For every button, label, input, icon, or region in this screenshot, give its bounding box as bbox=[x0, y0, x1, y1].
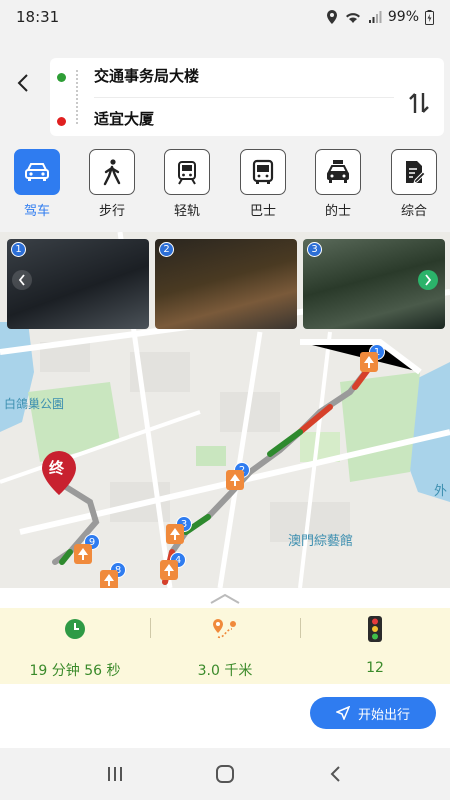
battery-icon bbox=[425, 9, 434, 25]
status-icons: 99% bbox=[326, 9, 434, 25]
map-label-park: 白鴿巢公園 bbox=[4, 397, 65, 411]
distance-stat: 3.0 千米 bbox=[150, 614, 300, 680]
mode-light-rail[interactable]: 轻轨 bbox=[162, 149, 212, 219]
traffic-light-icon bbox=[300, 614, 450, 644]
origin-field[interactable]: 交通事务局大楼 bbox=[94, 65, 199, 86]
route-divider bbox=[94, 97, 394, 98]
mode-label: 驾车 bbox=[23, 204, 50, 219]
recent-apps-button[interactable] bbox=[95, 759, 135, 789]
end-marker-label: 终 bbox=[49, 459, 65, 477]
taxi-icon bbox=[315, 149, 361, 195]
mode-label: 步行 bbox=[98, 204, 125, 219]
back-button[interactable] bbox=[10, 68, 36, 98]
mode-combined[interactable]: 综合 bbox=[389, 149, 439, 219]
destination-dot bbox=[57, 117, 66, 126]
system-nav-bar bbox=[0, 748, 450, 800]
camera-number: 2 bbox=[159, 242, 174, 257]
chevron-left-icon bbox=[18, 274, 25, 286]
wifi-icon bbox=[345, 13, 360, 23]
light-rail-icon bbox=[164, 149, 210, 195]
start-trip-label: 开始出行 bbox=[357, 707, 410, 723]
camera-strip: 1 2 3 bbox=[0, 236, 450, 332]
route-box: 交通事务局大楼 适宜大厦 bbox=[50, 58, 444, 136]
traffic-lights-stat: 12 bbox=[300, 614, 450, 676]
recents-icon bbox=[108, 767, 122, 781]
map-label-side: 外 bbox=[434, 484, 448, 499]
camera-feed[interactable]: 2 bbox=[155, 239, 297, 329]
mode-label: 的士 bbox=[324, 204, 351, 219]
route-connector bbox=[76, 70, 78, 124]
system-back-button[interactable] bbox=[315, 759, 355, 789]
map-label-hall: 澳門綜藝館 bbox=[288, 534, 354, 549]
location-icon bbox=[326, 10, 337, 24]
mode-car[interactable]: 驾车 bbox=[12, 149, 62, 219]
camera-number: 3 bbox=[307, 242, 322, 257]
swap-button[interactable] bbox=[406, 90, 432, 116]
status-time: 18:31 bbox=[16, 8, 60, 26]
swap-icon bbox=[409, 93, 429, 113]
home-button[interactable] bbox=[205, 759, 245, 789]
tree-icon[interactable] bbox=[360, 352, 378, 372]
bus-icon bbox=[240, 149, 286, 195]
mode-label: 轻轨 bbox=[173, 204, 200, 219]
tree-icon[interactable] bbox=[226, 470, 244, 490]
walk-icon bbox=[89, 149, 135, 195]
clock-icon bbox=[0, 614, 150, 644]
route-header: 交通事务局大楼 适宜大厦 bbox=[0, 50, 450, 138]
destination-field[interactable]: 适宜大厦 bbox=[94, 108, 154, 129]
tree-icon[interactable] bbox=[166, 524, 184, 544]
camera-prev-button[interactable] bbox=[12, 270, 32, 290]
traffic-lights-value: 12 bbox=[366, 660, 384, 676]
signal-icon bbox=[368, 11, 382, 23]
document-icon bbox=[391, 149, 437, 195]
back-icon bbox=[330, 766, 340, 782]
summary-card: 19 分钟 56 秒 3.0 千米 12 bbox=[0, 608, 450, 684]
back-arrow-icon bbox=[17, 74, 28, 92]
mode-bar: 驾车 步行 轻轨 巴士 的士 综合 bbox=[0, 146, 450, 222]
start-trip-button[interactable]: 开始出行 bbox=[310, 697, 436, 729]
route-distance-icon bbox=[150, 614, 300, 644]
battery-percent: 99% bbox=[387, 9, 419, 25]
chevron-up-icon bbox=[210, 593, 240, 604]
tree-icon[interactable] bbox=[160, 560, 178, 580]
navigation-icon bbox=[335, 706, 350, 720]
mode-label: 综合 bbox=[400, 204, 427, 219]
mode-taxi[interactable]: 的士 bbox=[313, 149, 363, 219]
duration-value: 19 分钟 56 秒 bbox=[29, 663, 121, 679]
distance-value: 3.0 千米 bbox=[197, 663, 253, 679]
tree-icon[interactable] bbox=[100, 570, 118, 588]
mode-walk[interactable]: 步行 bbox=[87, 149, 137, 219]
camera-number: 1 bbox=[11, 242, 26, 257]
duration-stat: 19 分钟 56 秒 bbox=[0, 614, 150, 680]
expand-handle[interactable] bbox=[208, 592, 242, 606]
car-icon bbox=[14, 149, 60, 195]
route-map[interactable]: 白鴿巢公園 澳門綜藝館 外 1 2 3 终 1 2 3 4 8 9 bbox=[0, 232, 450, 588]
tree-icon[interactable] bbox=[74, 544, 92, 564]
end-marker[interactable]: 终 bbox=[40, 450, 78, 496]
camera-next-button[interactable] bbox=[418, 270, 438, 290]
origin-dot bbox=[57, 73, 66, 82]
status-bar: 18:31 99% bbox=[0, 0, 450, 34]
chevron-right-icon bbox=[425, 274, 432, 286]
route-summary: 19 分钟 56 秒 3.0 千米 12 开始出行 bbox=[0, 588, 450, 748]
home-icon bbox=[216, 765, 234, 783]
mode-label: 巴士 bbox=[249, 204, 276, 219]
mode-bus[interactable]: 巴士 bbox=[238, 149, 288, 219]
